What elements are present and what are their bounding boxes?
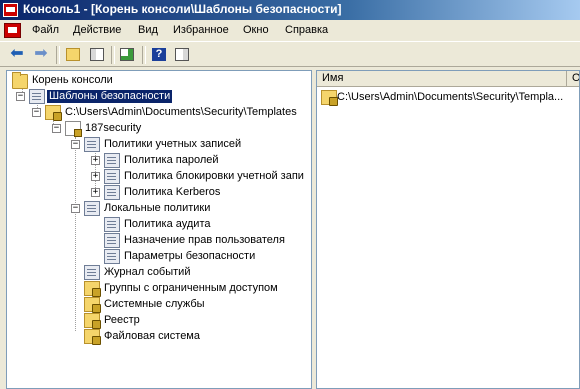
folder-icon <box>12 72 28 89</box>
policy-icon <box>84 265 100 280</box>
menu-favorites[interactable]: Избранное <box>173 24 229 36</box>
tree-item-label: Корень консоли <box>32 74 113 86</box>
results-list[interactable]: Имя О C:\Users\Admin\Documents\Security\… <box>316 70 580 389</box>
export-list-icon <box>120 48 134 61</box>
tree-item-label: 187security <box>85 122 142 134</box>
expand-toggle[interactable]: + <box>91 172 100 181</box>
toolbar-separator <box>142 46 146 64</box>
column-header-name[interactable]: Имя <box>317 71 567 86</box>
tree-item-label: Локальные политики <box>104 202 211 214</box>
policy-icon <box>84 137 100 152</box>
policy-icon <box>104 249 120 264</box>
console-tree-icon <box>90 48 104 61</box>
up-one-level-button[interactable] <box>64 46 82 63</box>
tree-item-label: Журнал событий <box>104 266 191 278</box>
policy-icon <box>104 217 120 232</box>
tree-line <box>75 137 76 331</box>
policy-icon <box>104 233 120 248</box>
menu-view[interactable]: Вид <box>138 24 158 36</box>
export-list-button[interactable] <box>118 46 136 63</box>
locked-folder-icon <box>84 313 101 329</box>
list-header: Имя О <box>317 71 579 87</box>
policy-icon <box>84 201 100 216</box>
policy-icon <box>104 153 120 168</box>
menu-window[interactable]: Окно <box>243 24 269 36</box>
show-hide-tree-button[interactable] <box>88 46 106 63</box>
list-item-label: C:\Users\Admin\Documents\Security\Templa… <box>337 91 564 103</box>
policy-icon <box>104 169 120 184</box>
expand-toggle[interactable]: + <box>91 188 100 197</box>
show-hide-action-pane-button[interactable] <box>173 46 191 63</box>
tree-item-label: C:\Users\Admin\Documents\Security\Templa… <box>65 106 297 118</box>
help-icon: ? <box>152 48 166 61</box>
tree-item-label: Политики учетных записей <box>104 138 242 150</box>
collapse-toggle[interactable]: − <box>71 140 80 149</box>
menu-bar: Файл Действие Вид Избранное Окно Справка <box>0 20 580 41</box>
menu-help[interactable]: Справка <box>285 24 328 36</box>
tree-item-label: Политика блокировки учетной запи <box>124 170 304 182</box>
tree-item-label: Политика паролей <box>124 154 219 166</box>
tree-item-label: Реестр <box>104 314 140 326</box>
system-menu-icon[interactable] <box>4 23 21 38</box>
tree-item-label: Политика аудита <box>124 218 211 230</box>
toolbar-separator <box>56 46 60 64</box>
menu-file[interactable]: Файл <box>32 24 59 36</box>
collapse-toggle[interactable]: − <box>32 108 41 117</box>
console-tree[interactable]: Корень консоли − Шаблоны безопасности − … <box>6 70 312 389</box>
template-folder-icon <box>45 105 62 121</box>
up-folder-icon <box>66 48 80 61</box>
help-button[interactable]: ? <box>150 46 168 63</box>
menu-action[interactable]: Действие <box>73 24 121 36</box>
forward-arrow-icon[interactable]: ➡ <box>32 46 50 63</box>
collapse-toggle[interactable]: − <box>16 92 25 101</box>
mmc-app-icon[interactable] <box>3 3 18 17</box>
tree-item-label: Группы с ограниченным доступом <box>104 282 278 294</box>
locked-folder-icon <box>84 297 101 313</box>
policy-icon <box>104 185 120 200</box>
tree-item-label: Параметры безопасности <box>124 250 256 262</box>
collapse-toggle[interactable]: − <box>71 204 80 213</box>
template-file-icon <box>65 121 82 137</box>
toolbar-separator <box>111 46 115 64</box>
action-pane-icon <box>175 48 189 61</box>
collapse-toggle[interactable]: − <box>52 124 61 133</box>
expand-toggle[interactable]: + <box>91 156 100 165</box>
locked-folder-icon <box>84 329 101 345</box>
security-templates-icon <box>29 89 45 104</box>
title-bar: Консоль1 - [Корень консоли\Шаблоны безоп… <box>0 0 580 20</box>
tree-item-label: Политика Kerberos <box>124 186 221 198</box>
tree-item-label: Файловая система <box>104 330 200 342</box>
window-title: Консоль1 - [Корень консоли\Шаблоны безоп… <box>23 2 342 16</box>
toolbar: ⬅ ➡ ? <box>0 41 580 67</box>
locked-folder-icon <box>84 281 101 297</box>
tree-item-label: Назначение прав пользователя <box>124 234 285 246</box>
tree-item-label: Системные службы <box>104 298 205 310</box>
template-folder-icon <box>321 90 338 106</box>
column-header-description[interactable]: О <box>567 71 579 86</box>
back-arrow-icon[interactable]: ⬅ <box>8 46 26 63</box>
tree-item-label: Шаблоны безопасности <box>47 90 173 103</box>
